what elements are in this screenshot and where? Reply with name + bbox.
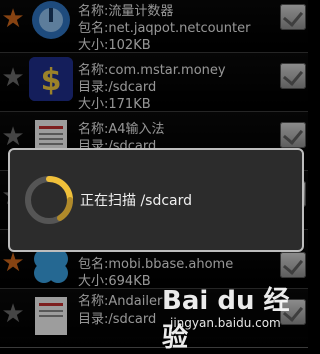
scanning-dialog: 正在扫描 /sdcard <box>8 148 304 252</box>
dialog-message: 正在扫描 /sdcard <box>80 193 193 209</box>
watermark-url: jingyan.baidu.com <box>170 316 281 330</box>
watermark: Bai du 经验 jingyan.baidu.com <box>162 272 308 353</box>
loading-spinner-icon <box>25 176 74 224</box>
